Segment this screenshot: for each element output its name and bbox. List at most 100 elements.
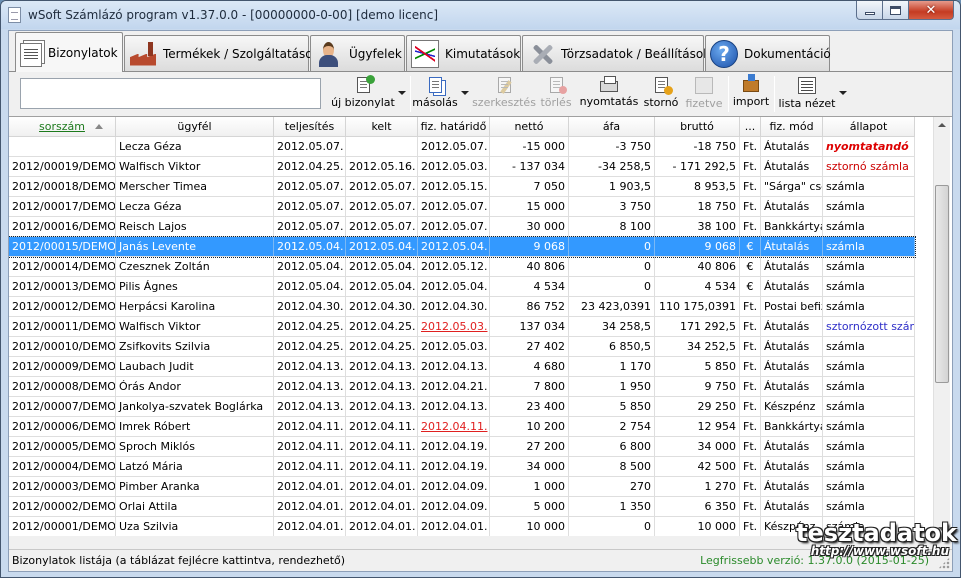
table-row[interactable]: 2012/00009/DEMO Laubach Judit 2012.04.13. 2… xyxy=(9,357,915,377)
table-row[interactable]: 2012/00005/DEMO Sproch Miklós 2012.04.11. 2… xyxy=(9,437,915,457)
storno-button[interactable]: stornó xyxy=(643,75,679,113)
cell-fiz-mod: Átutalás xyxy=(761,477,823,496)
cell-ugyfel: Órás Andor xyxy=(116,377,274,396)
cell-sorszam: 2012/00008/DEMO xyxy=(9,377,116,396)
cell-teljesites: 2012.04.01. xyxy=(274,477,346,496)
table-row[interactable]: 2012/00019/DEMO Walfisch Viktor 2012.04.25… xyxy=(9,157,915,177)
table-row[interactable]: 2012/00012/DEMO Herpácsi Karolina 2012.04.… xyxy=(9,297,915,317)
header-col-kelt[interactable]: kelt xyxy=(346,117,418,137)
paid-button[interactable]: fizetve xyxy=(684,75,724,113)
watermark-brand: tesztadatok xyxy=(796,519,957,547)
main-tabs: Bizonylatok Termékek / Szolgáltatások Üg… xyxy=(9,31,952,72)
cell-penznem: Ft. xyxy=(740,337,761,356)
minimize-button[interactable] xyxy=(856,1,883,20)
header-col-teljesites[interactable]: teljesítés xyxy=(274,117,346,137)
cell-penznem: Ft. xyxy=(740,377,761,396)
cell-fiz-mod: Átutalás xyxy=(761,137,823,156)
header-col-penznem[interactable]: ... xyxy=(740,117,761,137)
cell-kelt: 2012.04.01. xyxy=(346,517,418,536)
cell-penznem: Ft. xyxy=(740,157,761,176)
cell-allapot: számla xyxy=(823,477,915,496)
tab-dokumentacio[interactable]: ? Dokumentáció xyxy=(705,35,831,71)
list-view-button[interactable]: lista nézet xyxy=(777,75,837,113)
table-row[interactable]: 2012/00010/DEMO Zsifkovits Szilvia 2012.04… xyxy=(9,337,915,357)
cell-fiz-hatarido: 2012.05.03. xyxy=(418,317,490,336)
cell-kelt: 2012.04.25. xyxy=(346,317,418,336)
table-row[interactable]: 2012/00001/DEMO Uza Szilvia 2012.04.01. 201… xyxy=(9,517,915,536)
header-col-allapot[interactable]: állapot xyxy=(823,117,915,137)
header-col-fiz-hatarido[interactable]: fiz. határidő xyxy=(418,117,490,137)
table-row[interactable]: 2012/00011/DEMO Walfisch Viktor 2012.04.25… xyxy=(9,317,915,337)
tab-bizonylatok[interactable]: Bizonylatok xyxy=(15,32,123,72)
cell-sorszam: 2012/00013/DEMO xyxy=(9,277,116,296)
cell-ugyfel: Pimber Aranka xyxy=(116,477,274,496)
close-button[interactable]: ✕ xyxy=(909,1,954,20)
delete-button[interactable]: törlés xyxy=(539,75,573,113)
cell-afa: 8 100 xyxy=(569,217,655,236)
new-document-button[interactable]: új bizonylat xyxy=(330,75,396,113)
table-row[interactable]: 2012/00018/DEMO Merscher Timea 2012.05.07.… xyxy=(9,177,915,197)
print-button[interactable]: nyomtatás xyxy=(579,75,639,113)
table-row[interactable]: Lecza Géza 2012.05.07. 2012.05.07. -15 000-… xyxy=(9,137,915,157)
vertical-scrollbar[interactable] xyxy=(933,117,950,536)
table-row[interactable]: 2012/00002/DEMO Orlai Attila 2012.04.01. 20… xyxy=(9,497,915,517)
cell-ugyfel: Herpácsi Karolina xyxy=(116,297,274,316)
header-col-afa[interactable]: áfa xyxy=(569,117,655,137)
title-bar[interactable]: wSoft Számlázó program v1.37.0.0 - [0000… xyxy=(1,1,960,29)
cell-allapot: számla xyxy=(823,297,915,316)
table-row[interactable]: 2012/00008/DEMO Órás Andor 2012.04.13. 2012… xyxy=(9,377,915,397)
table-row[interactable]: 2012/00013/DEMO Pilis Ágnes 2012.05.04. 201… xyxy=(9,277,915,297)
cell-allapot: számla xyxy=(823,257,915,276)
table-row[interactable]: 2012/00014/DEMO Czesznek Zoltán 2012.05.04… xyxy=(9,257,915,277)
copy-button[interactable]: másolás xyxy=(411,75,459,113)
search-input[interactable] xyxy=(20,78,321,109)
import-button[interactable]: import xyxy=(730,74,772,113)
cell-afa: 3 750 xyxy=(569,197,655,216)
printer-icon xyxy=(600,76,618,92)
table-row[interactable]: 2012/00007/DEMO Jankolya-szvatek Boglárka… xyxy=(9,397,915,417)
cell-teljesites: 2012.04.25. xyxy=(274,317,346,336)
cell-fiz-hatarido: 2012.05.07. xyxy=(418,197,490,216)
scroll-up-arrow-icon[interactable] xyxy=(938,123,946,127)
table-row[interactable]: 2012/00003/DEMO Pimber Aranka 2012.04.01. 2… xyxy=(9,477,915,497)
cell-afa: 1 950 xyxy=(569,377,655,396)
edit-button[interactable]: szerkesztés xyxy=(472,75,536,113)
tab-ugyfelek[interactable]: Ügyfelek xyxy=(310,35,405,71)
cell-fiz-mod: Készpénz xyxy=(761,397,823,416)
cell-kelt: 2012.04.01. xyxy=(346,497,418,516)
tools-icon xyxy=(527,40,555,68)
header-col-netto[interactable]: nettó xyxy=(490,117,569,137)
window-title: wSoft Számlázó program v1.37.0.0 - [0000… xyxy=(28,8,439,22)
cell-netto: 1 000 xyxy=(490,477,569,496)
cell-brutto: 110 175,0391 xyxy=(655,297,740,316)
documents-icon xyxy=(20,42,42,67)
cell-allapot: számla xyxy=(823,357,915,376)
header-col-fiz-mod[interactable]: fiz. mód xyxy=(761,117,823,137)
header-col-ugyfel[interactable]: ügyfél xyxy=(116,117,274,137)
cell-fiz-mod: Postai befizetés xyxy=(761,297,823,316)
table-row[interactable]: 2012/00017/DEMO Lecza Géza 2012.05.07. 2012… xyxy=(9,197,915,217)
tab-torzsadatok[interactable]: Törzsadatok / Beállítások xyxy=(522,35,710,71)
edit-label: szerkesztés xyxy=(472,96,536,109)
cell-netto: 5 000 xyxy=(490,497,569,516)
cell-ugyfel: Merscher Timea xyxy=(116,177,274,196)
cell-kelt: 2012.04.13. xyxy=(346,377,418,396)
list-view-dropdown-arrow[interactable] xyxy=(839,91,847,95)
cell-kelt xyxy=(346,137,418,156)
header-col-brutto[interactable]: bruttó xyxy=(655,117,740,137)
table-row[interactable]: 2012/00015/DEMO Janás Levente 2012.05.04. 2… xyxy=(9,236,916,258)
maximize-button[interactable] xyxy=(883,1,909,20)
table-row[interactable]: 2012/00016/DEMO Reisch Lajos 2012.05.07. 20… xyxy=(9,217,915,237)
table-row[interactable]: 2012/00004/DEMO Latzó Mária 2012.04.11. 201… xyxy=(9,457,915,477)
factory-icon xyxy=(129,40,157,68)
scroll-thumb[interactable] xyxy=(935,185,949,383)
new-document-dropdown-arrow[interactable] xyxy=(398,91,406,95)
cell-afa: 270 xyxy=(569,477,655,496)
table-row[interactable]: 2012/00006/DEMO Imrek Róbert 2012.04.11. 20… xyxy=(9,417,915,437)
copy-dropdown-arrow[interactable] xyxy=(461,91,469,95)
tab-kimutatasok[interactable]: Kimutatások xyxy=(406,35,521,71)
tab-termekek[interactable]: Termékek / Szolgáltatások xyxy=(124,35,320,71)
header-col-sorszam[interactable]: sorszám xyxy=(9,117,116,137)
cell-ugyfel: Lecza Géza xyxy=(116,197,274,216)
resize-grip-icon[interactable] xyxy=(938,557,950,569)
